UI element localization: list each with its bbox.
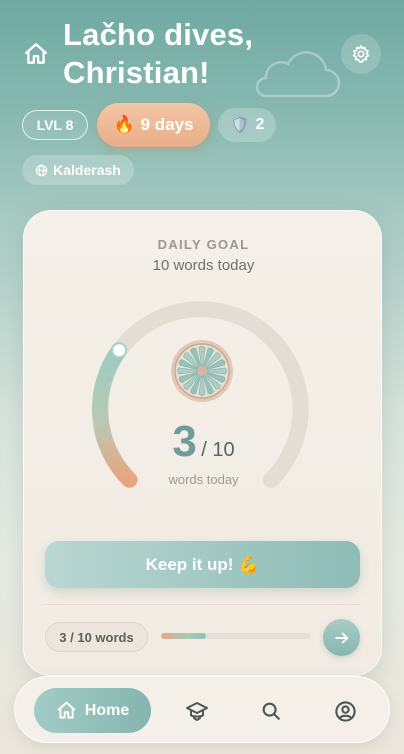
header: Lačho dives, Christian! LVL 8 🔥 9 days 🛡… [0, 0, 404, 200]
language-badge[interactable]: Kalderash [22, 155, 134, 185]
count-caption: words today [168, 472, 239, 487]
nav-home-tab[interactable]: Home [34, 688, 151, 733]
progress-track [161, 633, 311, 639]
nav-profile-tab[interactable] [330, 696, 360, 726]
divider [45, 604, 360, 605]
progress-pill: 3 / 10 words [45, 622, 148, 652]
keep-it-up-button[interactable]: Keep it up! 💪 [45, 541, 360, 588]
search-icon [262, 702, 280, 720]
globe-icon [35, 164, 48, 176]
level-label: LVL 8 [36, 117, 74, 133]
language-label: Kalderash [53, 162, 121, 178]
nav-search-tab[interactable] [256, 696, 286, 726]
nav-learn-tab[interactable] [182, 696, 212, 726]
home-icon [25, 43, 47, 64]
goal-count: 3 / 10 [24, 417, 383, 467]
arrow-right-icon [334, 632, 348, 643]
home-icon [57, 701, 76, 719]
cloud-icon [255, 51, 340, 98]
streak-label: 9 days [140, 115, 194, 134]
gear-icon [352, 44, 370, 63]
streak-badge[interactable]: 🔥 9 days [97, 103, 210, 147]
bottom-nav: Home [14, 676, 390, 743]
settings-button[interactable] [341, 34, 381, 74]
goal-label: DAILY GOAL [157, 237, 250, 252]
wheel-badge-icon [171, 340, 233, 402]
graduation-cap-icon [186, 702, 208, 721]
shield-count: 2 [255, 116, 265, 133]
shield-icon: 🛡️ [229, 117, 250, 134]
nav-home-label: Home [84, 701, 130, 719]
daily-goal-card: DAILY GOAL 10 words today 3 / 10 words t… [23, 210, 382, 676]
level-badge: LVL 8 [22, 110, 88, 140]
next-button[interactable] [323, 619, 360, 656]
goal-subtitle: 10 words today [152, 257, 255, 274]
home-button[interactable] [20, 38, 52, 70]
ring-knob [111, 342, 128, 359]
shield-badge[interactable]: 🛡️ 2 [218, 108, 276, 142]
words-total: / 10 [201, 439, 235, 461]
words-done: 3 [172, 417, 197, 466]
progress-fill [161, 633, 206, 639]
profile-icon [334, 700, 356, 722]
fire-icon: 🔥 [113, 115, 135, 134]
